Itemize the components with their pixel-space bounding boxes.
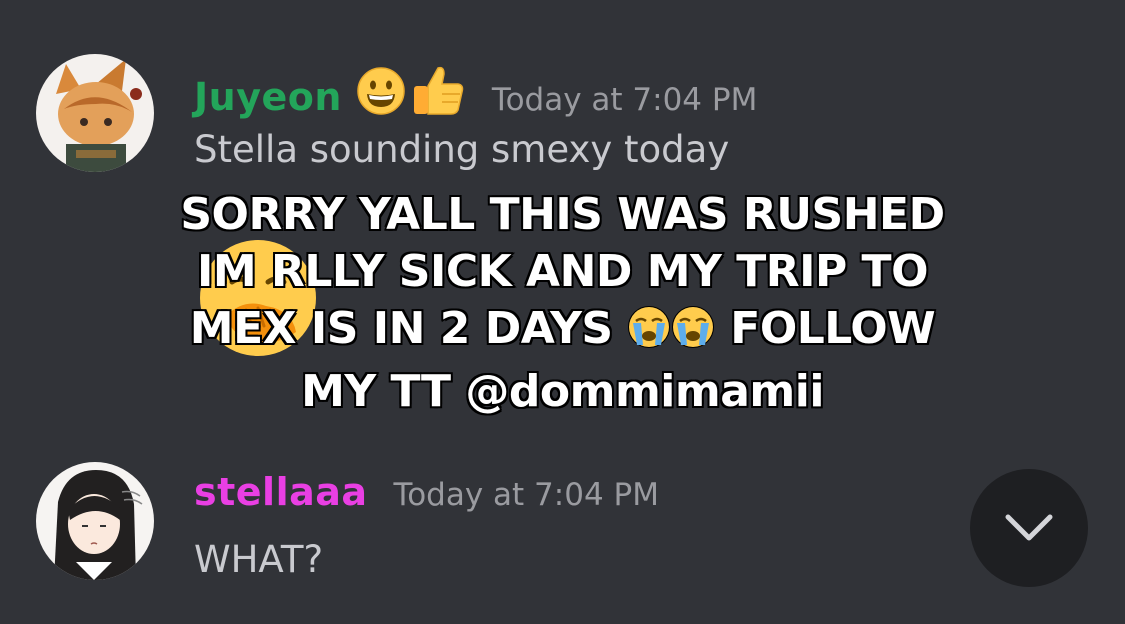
avatar-juyeon[interactable] [36, 54, 154, 172]
caption-line-2: IM RLLY SICK AND MY TRIP TO [196, 245, 930, 299]
caption-line-3-text: MEX IS IN 2 DAYS [188, 302, 614, 356]
caption-line-3-follow: FOLLOW [729, 302, 937, 356]
message-timestamp[interactable]: Today at 7:04 PM [394, 477, 659, 513]
username-stellaaa[interactable]: stellaaa [194, 470, 368, 514]
message-header: stellaaa Today at 7:04 PM [194, 470, 659, 514]
avatar-stellaaa[interactable] [36, 462, 154, 580]
caption-line-1: SORRY YALL THIS WAS RUSHED [179, 188, 947, 242]
caption-line-4: MY TT @dommimamii [300, 365, 826, 419]
message-content: Stella sounding smexy today [194, 128, 730, 171]
message-timestamp[interactable]: Today at 7:04 PM [492, 82, 757, 118]
caption-line-3: MEX IS IN 2 DAYS FOLLOW [0, 300, 1125, 363]
loudly-crying-face-icon [627, 305, 671, 363]
overlay-caption: SORRY YALL THIS WAS RUSHED IM RLLY SICK … [0, 186, 1125, 420]
loudly-crying-face-icon [671, 305, 715, 363]
chevron-down-icon [1005, 514, 1053, 541]
message-header: Juyeon Today at 7:04 PM [194, 58, 757, 119]
username-badges [356, 64, 466, 118]
chat-view: Juyeon Today at 7:04 PM Stella sounding … [0, 0, 1125, 624]
jump-to-present-button[interactable] [970, 469, 1088, 587]
grinning-face-icon [357, 67, 405, 115]
thumbs-up-icon [413, 66, 464, 115]
message-content: WHAT? [194, 538, 324, 581]
username-juyeon[interactable]: Juyeon [194, 75, 342, 119]
